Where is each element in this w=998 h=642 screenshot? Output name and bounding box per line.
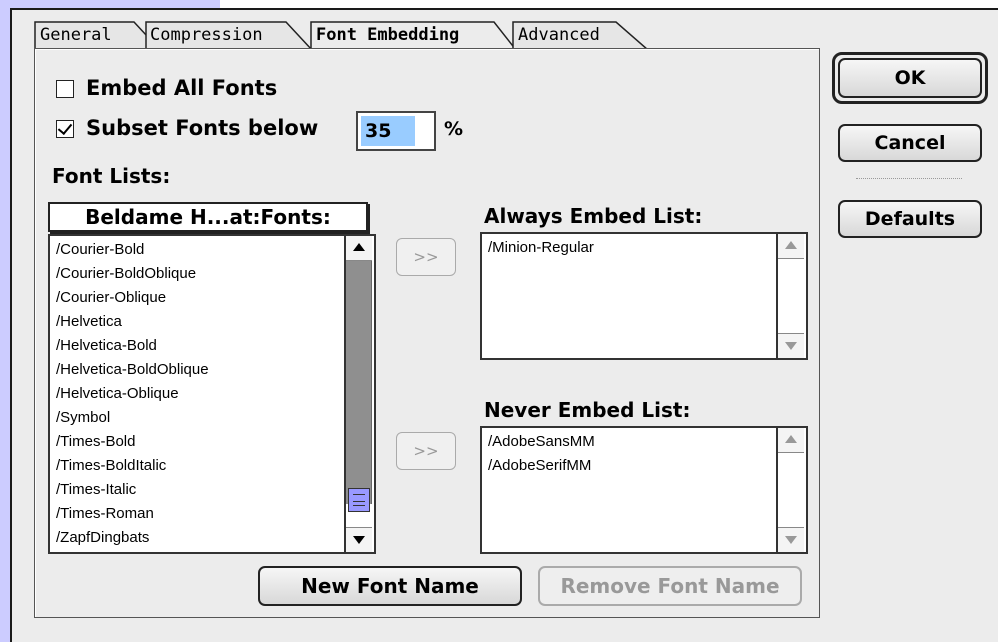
font-list-item[interactable]: /Courier-Bold <box>56 238 344 262</box>
font-list-item[interactable]: /AdobeSerifMM <box>488 454 776 478</box>
scroll-down-arrow-icon[interactable] <box>346 527 372 552</box>
defaults-button[interactable]: Defaults <box>838 200 982 238</box>
subset-fonts-checkbox[interactable] <box>56 120 74 138</box>
never-embed-heading: Never Embed List: <box>484 398 691 422</box>
add-to-never-embed-button[interactable]: >> <box>396 432 456 470</box>
font-list-item[interactable]: /Courier-BoldOblique <box>56 262 344 286</box>
tab-advanced-label: Advanced <box>518 25 600 45</box>
ok-button[interactable]: OK <box>838 58 982 98</box>
subset-fonts-label: Subset Fonts below <box>86 116 319 140</box>
font-list-item[interactable]: /Times-Roman <box>56 502 344 526</box>
scroll-track[interactable] <box>346 260 372 504</box>
cancel-button[interactable]: Cancel <box>838 124 982 162</box>
font-list-item[interactable]: /Helvetica-Oblique <box>56 382 344 406</box>
add-to-always-embed-button[interactable]: >> <box>396 238 456 276</box>
new-font-name-button[interactable]: New Font Name <box>258 566 522 606</box>
scroll-down-arrow-icon[interactable] <box>778 527 804 552</box>
font-list-item[interactable]: /ZapfDingbats <box>56 526 344 550</box>
font-list-item[interactable]: /Times-Italic <box>56 478 344 502</box>
tab-general-label: General <box>40 25 112 45</box>
font-folder-popup[interactable]: Beldame H...at:Fonts: <box>48 202 368 232</box>
embed-all-fonts-label: Embed All Fonts <box>86 76 278 100</box>
always-embed-list[interactable]: /Minion-Regular <box>480 232 808 360</box>
button-divider <box>856 178 962 179</box>
subset-percent-input[interactable]: 35 <box>356 111 436 151</box>
remove-font-name-button[interactable]: Remove Font Name <box>538 566 802 606</box>
window-top-border <box>220 8 998 10</box>
font-list-item[interactable]: /Helvetica-BoldOblique <box>56 358 344 382</box>
desktop-strip-top <box>10 0 220 8</box>
tab-compression[interactable]: Compression <box>144 20 314 50</box>
available-fonts-items: /Courier-Bold/Courier-BoldOblique/Courie… <box>56 238 344 550</box>
tab-general[interactable]: General <box>34 20 161 50</box>
scroll-thumb[interactable] <box>348 488 370 512</box>
scroll-up-arrow-icon[interactable] <box>346 236 372 261</box>
font-list-item[interactable]: /Courier-Oblique <box>56 286 344 310</box>
font-list-item[interactable]: /Helvetica-Bold <box>56 334 344 358</box>
scroll-up-arrow-icon[interactable] <box>778 428 804 453</box>
font-list-item[interactable]: /Times-BoldItalic <box>56 454 344 478</box>
always-embed-scrollbar[interactable] <box>776 234 806 358</box>
embed-all-fonts-checkbox[interactable] <box>56 80 74 98</box>
always-embed-heading: Always Embed List: <box>484 204 703 228</box>
never-embed-items: /AdobeSansMM/AdobeSerifMM <box>488 430 776 478</box>
never-embed-scrollbar[interactable] <box>776 428 806 552</box>
tab-advanced[interactable]: Advanced <box>512 20 652 50</box>
font-lists-heading: Font Lists: <box>52 164 171 188</box>
font-list-item[interactable]: /Minion-Regular <box>488 236 776 260</box>
tab-font-embedding[interactable]: Font Embedding <box>310 20 517 50</box>
font-list-item[interactable]: /Times-Bold <box>56 430 344 454</box>
scroll-up-arrow-icon[interactable] <box>778 234 804 259</box>
scroll-down-arrow-icon[interactable] <box>778 333 804 358</box>
percent-sign: % <box>444 118 464 140</box>
font-list-item[interactable]: /Helvetica <box>56 310 344 334</box>
subset-percent-value: 35 <box>361 116 415 146</box>
never-embed-list[interactable]: /AdobeSansMM/AdobeSerifMM <box>480 426 808 554</box>
available-fonts-list[interactable]: /Courier-Bold/Courier-BoldOblique/Courie… <box>48 234 376 554</box>
tab-compression-label: Compression <box>150 25 263 45</box>
font-list-item[interactable]: /AdobeSansMM <box>488 430 776 454</box>
tab-font-embedding-label: Font Embedding <box>316 25 460 45</box>
always-embed-items: /Minion-Regular <box>488 236 776 260</box>
desktop-strip-left <box>0 0 10 642</box>
available-fonts-scrollbar[interactable] <box>344 236 374 552</box>
font-list-item[interactable]: /Symbol <box>56 406 344 430</box>
